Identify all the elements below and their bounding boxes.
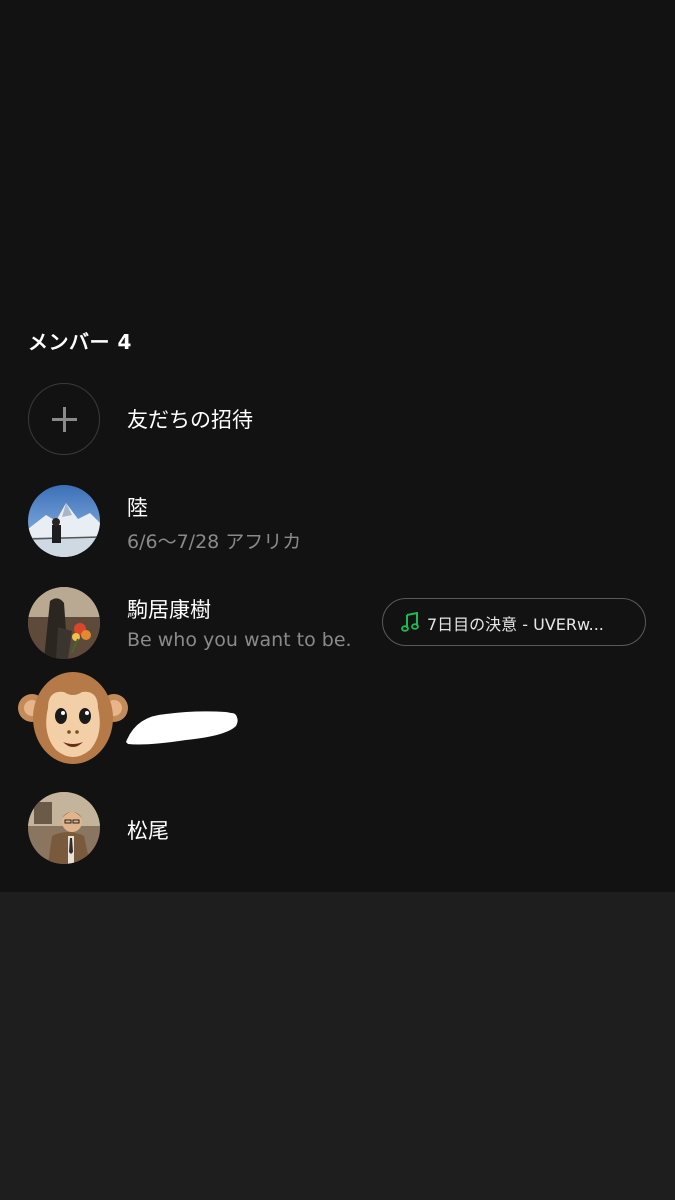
- invite-friends-row[interactable]: 友だちの招待: [0, 374, 675, 464]
- invite-label: 友だちの招待: [127, 408, 253, 432]
- member-avatar[interactable]: [28, 792, 100, 864]
- redaction-scribble: [126, 711, 238, 745]
- bottom-empty-area: [0, 892, 675, 1200]
- member-row[interactable]: 松尾: [0, 784, 675, 874]
- member-status: Be who you want to be.: [127, 629, 352, 651]
- member-name: 松尾: [127, 819, 169, 843]
- monkey-emoji-avatar[interactable]: [18, 668, 128, 774]
- plus-icon-vertical: [63, 407, 66, 432]
- members-header: メンバー 4: [28, 330, 132, 354]
- now-playing-text: 7日目の決意 - UVERw...: [427, 615, 604, 634]
- member-name: 陸: [127, 496, 148, 520]
- top-empty-area: [0, 0, 675, 308]
- invite-button-circle[interactable]: [28, 383, 100, 455]
- member-avatar[interactable]: [28, 587, 100, 659]
- member-avatar[interactable]: [28, 485, 100, 557]
- member-status: 6/6〜7/28 アフリカ: [127, 531, 302, 553]
- now-playing-pill[interactable]: 7日目の決意 - UVERw...: [382, 598, 646, 646]
- member-row[interactable]: 陸 6/6〜7/28 アフリカ: [0, 476, 675, 566]
- music-note-icon: [401, 612, 419, 632]
- member-name: 駒居康樹: [127, 598, 211, 622]
